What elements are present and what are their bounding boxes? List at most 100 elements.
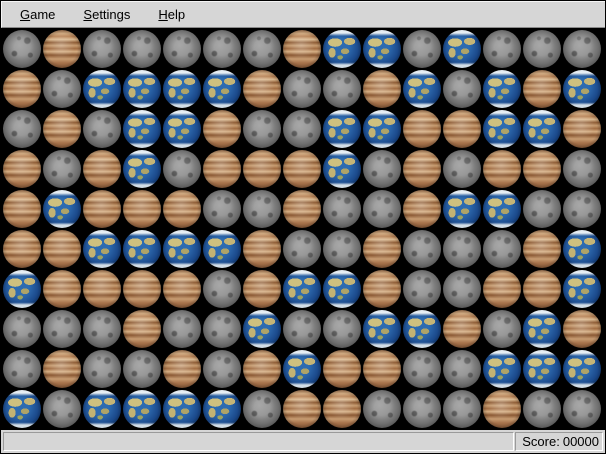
planet-ball-moon[interactable]	[482, 309, 522, 349]
planet-ball-moon[interactable]	[322, 189, 362, 229]
planet-ball-moon[interactable]	[402, 269, 442, 309]
planet-ball-moon[interactable]	[2, 29, 42, 69]
menu-help[interactable]: Help	[144, 3, 199, 26]
planet-ball-jupiter[interactable]	[162, 189, 202, 229]
planet-ball-earth[interactable]	[122, 229, 162, 269]
planet-ball-jupiter[interactable]	[242, 149, 282, 189]
planet-ball-moon[interactable]	[2, 109, 42, 149]
planet-ball-moon[interactable]	[162, 309, 202, 349]
menu-game[interactable]: Game	[6, 3, 69, 26]
planet-ball-jupiter[interactable]	[482, 389, 522, 429]
planet-ball-earth[interactable]	[482, 349, 522, 389]
planet-ball-moon[interactable]	[162, 149, 202, 189]
planet-ball-earth[interactable]	[402, 309, 442, 349]
planet-ball-jupiter[interactable]	[362, 229, 402, 269]
planet-ball-earth[interactable]	[202, 69, 242, 109]
planet-ball-earth[interactable]	[2, 269, 42, 309]
planet-ball-jupiter[interactable]	[362, 349, 402, 389]
planet-ball-earth[interactable]	[162, 389, 202, 429]
planet-ball-earth[interactable]	[362, 109, 402, 149]
planet-ball-moon[interactable]	[82, 309, 122, 349]
planet-ball-moon[interactable]	[42, 389, 82, 429]
planet-ball-moon[interactable]	[482, 29, 522, 69]
planet-ball-earth[interactable]	[122, 109, 162, 149]
planet-ball-earth[interactable]	[162, 69, 202, 109]
planet-ball-moon[interactable]	[562, 149, 602, 189]
planet-ball-moon[interactable]	[282, 109, 322, 149]
planet-ball-jupiter[interactable]	[402, 109, 442, 149]
planet-ball-earth[interactable]	[362, 29, 402, 69]
planet-ball-jupiter[interactable]	[2, 149, 42, 189]
planet-ball-earth[interactable]	[562, 229, 602, 269]
planet-ball-earth[interactable]	[202, 389, 242, 429]
planet-ball-jupiter[interactable]	[242, 269, 282, 309]
planet-ball-jupiter[interactable]	[2, 189, 42, 229]
planet-ball-jupiter[interactable]	[242, 349, 282, 389]
planet-ball-moon[interactable]	[442, 149, 482, 189]
planet-ball-earth[interactable]	[122, 389, 162, 429]
planet-ball-earth[interactable]	[482, 69, 522, 109]
planet-ball-moon[interactable]	[82, 109, 122, 149]
planet-ball-earth[interactable]	[362, 309, 402, 349]
planet-ball-moon[interactable]	[2, 349, 42, 389]
planet-ball-moon[interactable]	[282, 69, 322, 109]
planet-ball-moon[interactable]	[322, 69, 362, 109]
planet-ball-moon[interactable]	[442, 69, 482, 109]
planet-ball-jupiter[interactable]	[42, 229, 82, 269]
planet-ball-earth[interactable]	[202, 229, 242, 269]
planet-ball-moon[interactable]	[242, 189, 282, 229]
planet-ball-jupiter[interactable]	[202, 149, 242, 189]
planet-ball-jupiter[interactable]	[402, 149, 442, 189]
planet-ball-jupiter[interactable]	[42, 29, 82, 69]
planet-ball-moon[interactable]	[202, 189, 242, 229]
planet-ball-jupiter[interactable]	[2, 69, 42, 109]
planet-ball-moon[interactable]	[362, 149, 402, 189]
planet-ball-moon[interactable]	[242, 109, 282, 149]
planet-ball-earth[interactable]	[482, 189, 522, 229]
planet-ball-jupiter[interactable]	[282, 29, 322, 69]
planet-ball-jupiter[interactable]	[322, 389, 362, 429]
planet-ball-jupiter[interactable]	[82, 189, 122, 229]
planet-ball-earth[interactable]	[442, 189, 482, 229]
planet-ball-moon[interactable]	[122, 29, 162, 69]
planet-ball-jupiter[interactable]	[442, 109, 482, 149]
planet-ball-moon[interactable]	[562, 389, 602, 429]
planet-ball-moon[interactable]	[402, 29, 442, 69]
planet-ball-jupiter[interactable]	[242, 69, 282, 109]
planet-ball-moon[interactable]	[202, 309, 242, 349]
planet-ball-earth[interactable]	[122, 149, 162, 189]
planet-ball-jupiter[interactable]	[2, 229, 42, 269]
planet-ball-moon[interactable]	[202, 269, 242, 309]
planet-ball-moon[interactable]	[362, 189, 402, 229]
planet-ball-jupiter[interactable]	[522, 149, 562, 189]
planet-ball-moon[interactable]	[402, 389, 442, 429]
planet-ball-moon[interactable]	[562, 189, 602, 229]
planet-ball-jupiter[interactable]	[562, 309, 602, 349]
planet-ball-earth[interactable]	[442, 29, 482, 69]
planet-ball-earth[interactable]	[562, 349, 602, 389]
planet-ball-moon[interactable]	[362, 389, 402, 429]
planet-ball-earth[interactable]	[522, 109, 562, 149]
planet-ball-jupiter[interactable]	[522, 229, 562, 269]
planet-ball-jupiter[interactable]	[82, 149, 122, 189]
planet-ball-moon[interactable]	[442, 349, 482, 389]
planet-ball-moon[interactable]	[202, 29, 242, 69]
planet-ball-moon[interactable]	[282, 229, 322, 269]
planet-ball-earth[interactable]	[122, 69, 162, 109]
planet-ball-moon[interactable]	[522, 29, 562, 69]
planet-ball-jupiter[interactable]	[42, 109, 82, 149]
planet-ball-earth[interactable]	[282, 349, 322, 389]
planet-ball-jupiter[interactable]	[442, 309, 482, 349]
planet-ball-moon[interactable]	[562, 29, 602, 69]
planet-ball-jupiter[interactable]	[562, 109, 602, 149]
planet-ball-jupiter[interactable]	[242, 229, 282, 269]
planet-ball-moon[interactable]	[2, 309, 42, 349]
planet-ball-moon[interactable]	[242, 29, 282, 69]
planet-ball-jupiter[interactable]	[122, 309, 162, 349]
planet-ball-earth[interactable]	[162, 229, 202, 269]
planet-ball-jupiter[interactable]	[82, 269, 122, 309]
planet-ball-moon[interactable]	[442, 389, 482, 429]
planet-ball-jupiter[interactable]	[362, 269, 402, 309]
planet-ball-earth[interactable]	[322, 29, 362, 69]
planet-ball-jupiter[interactable]	[482, 149, 522, 189]
